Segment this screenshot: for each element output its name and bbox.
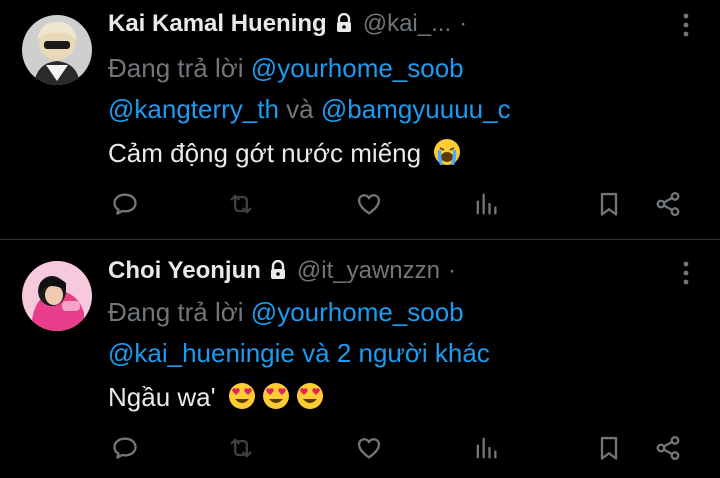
reply-conjunction: và (286, 94, 314, 124)
tweet-header: Choi Yeonjun @it_yawnzzn · (108, 254, 456, 288)
tweet-text: Cảm động gớt nước miếng (108, 133, 462, 173)
heart-icon[interactable] (351, 186, 387, 222)
others-link[interactable]: 2 người khác (337, 338, 490, 368)
tweet-divider (0, 239, 720, 240)
heart-eyes-face-icon (295, 381, 325, 411)
tweet-header: Kai Kamal Huening @kai_... · (108, 7, 467, 41)
more-dots-icon[interactable] (672, 259, 700, 287)
bookmark-icon[interactable] (591, 430, 627, 466)
heart-eyes-face-icon (261, 381, 291, 411)
reply-conjunction: và (302, 338, 330, 368)
bookmark-icon[interactable] (591, 186, 627, 222)
retweet-icon[interactable] (223, 186, 259, 222)
separator-dot: · (448, 257, 456, 284)
tweet-text: Ngầu wa' (108, 377, 325, 417)
share-icon[interactable] (650, 186, 686, 222)
avatar[interactable] (22, 15, 92, 85)
reply-prefix: Đang trả lời (108, 297, 244, 327)
reply-context: Đang trả lời @yourhome_soob (108, 292, 464, 332)
reply-context: Đang trả lời @yourhome_soob (108, 48, 464, 88)
lock-icon (335, 13, 355, 35)
tweet[interactable]: Kai Kamal Huening @kai_... · Đang trả lờ… (0, 0, 720, 240)
reply-prefix: Đang trả lời (108, 53, 244, 83)
share-icon[interactable] (650, 430, 686, 466)
action-bar (0, 430, 720, 470)
tweet-body: Cảm động gớt nước miếng (108, 138, 422, 168)
mention-link[interactable]: @yourhome_soob (251, 53, 464, 83)
lock-icon (269, 260, 289, 282)
author-name[interactable]: Kai Kamal Huening (108, 10, 327, 38)
action-bar (0, 186, 720, 226)
reply-context-continued: @kangterry_th và @bamgyuuuu_c (108, 89, 511, 129)
mention-link[interactable]: @yourhome_soob (251, 297, 464, 327)
views-icon[interactable] (468, 430, 504, 466)
retweet-icon[interactable] (223, 430, 259, 466)
author-handle[interactable]: @kai_... (363, 10, 451, 38)
more-dots-icon[interactable] (672, 11, 700, 39)
views-icon[interactable] (468, 186, 504, 222)
mention-link[interactable]: @kangterry_th (108, 94, 279, 124)
heart-icon[interactable] (351, 430, 387, 466)
author-handle[interactable]: @it_yawnzzn (297, 257, 440, 285)
heart-eyes-face-icon (227, 381, 257, 411)
mention-link[interactable]: @bamgyuuuu_c (321, 94, 511, 124)
reply-context-continued: @kai_hueningie và 2 người khác (108, 333, 490, 373)
mention-link[interactable]: @kai_hueningie (108, 338, 295, 368)
separator-dot: · (459, 10, 468, 37)
comment-icon[interactable] (107, 430, 143, 466)
comment-icon[interactable] (107, 186, 143, 222)
loudly-crying-face-icon (432, 137, 462, 167)
avatar[interactable] (22, 261, 92, 331)
tweet-body: Ngầu wa' (108, 382, 216, 412)
author-name[interactable]: Choi Yeonjun (108, 257, 261, 285)
